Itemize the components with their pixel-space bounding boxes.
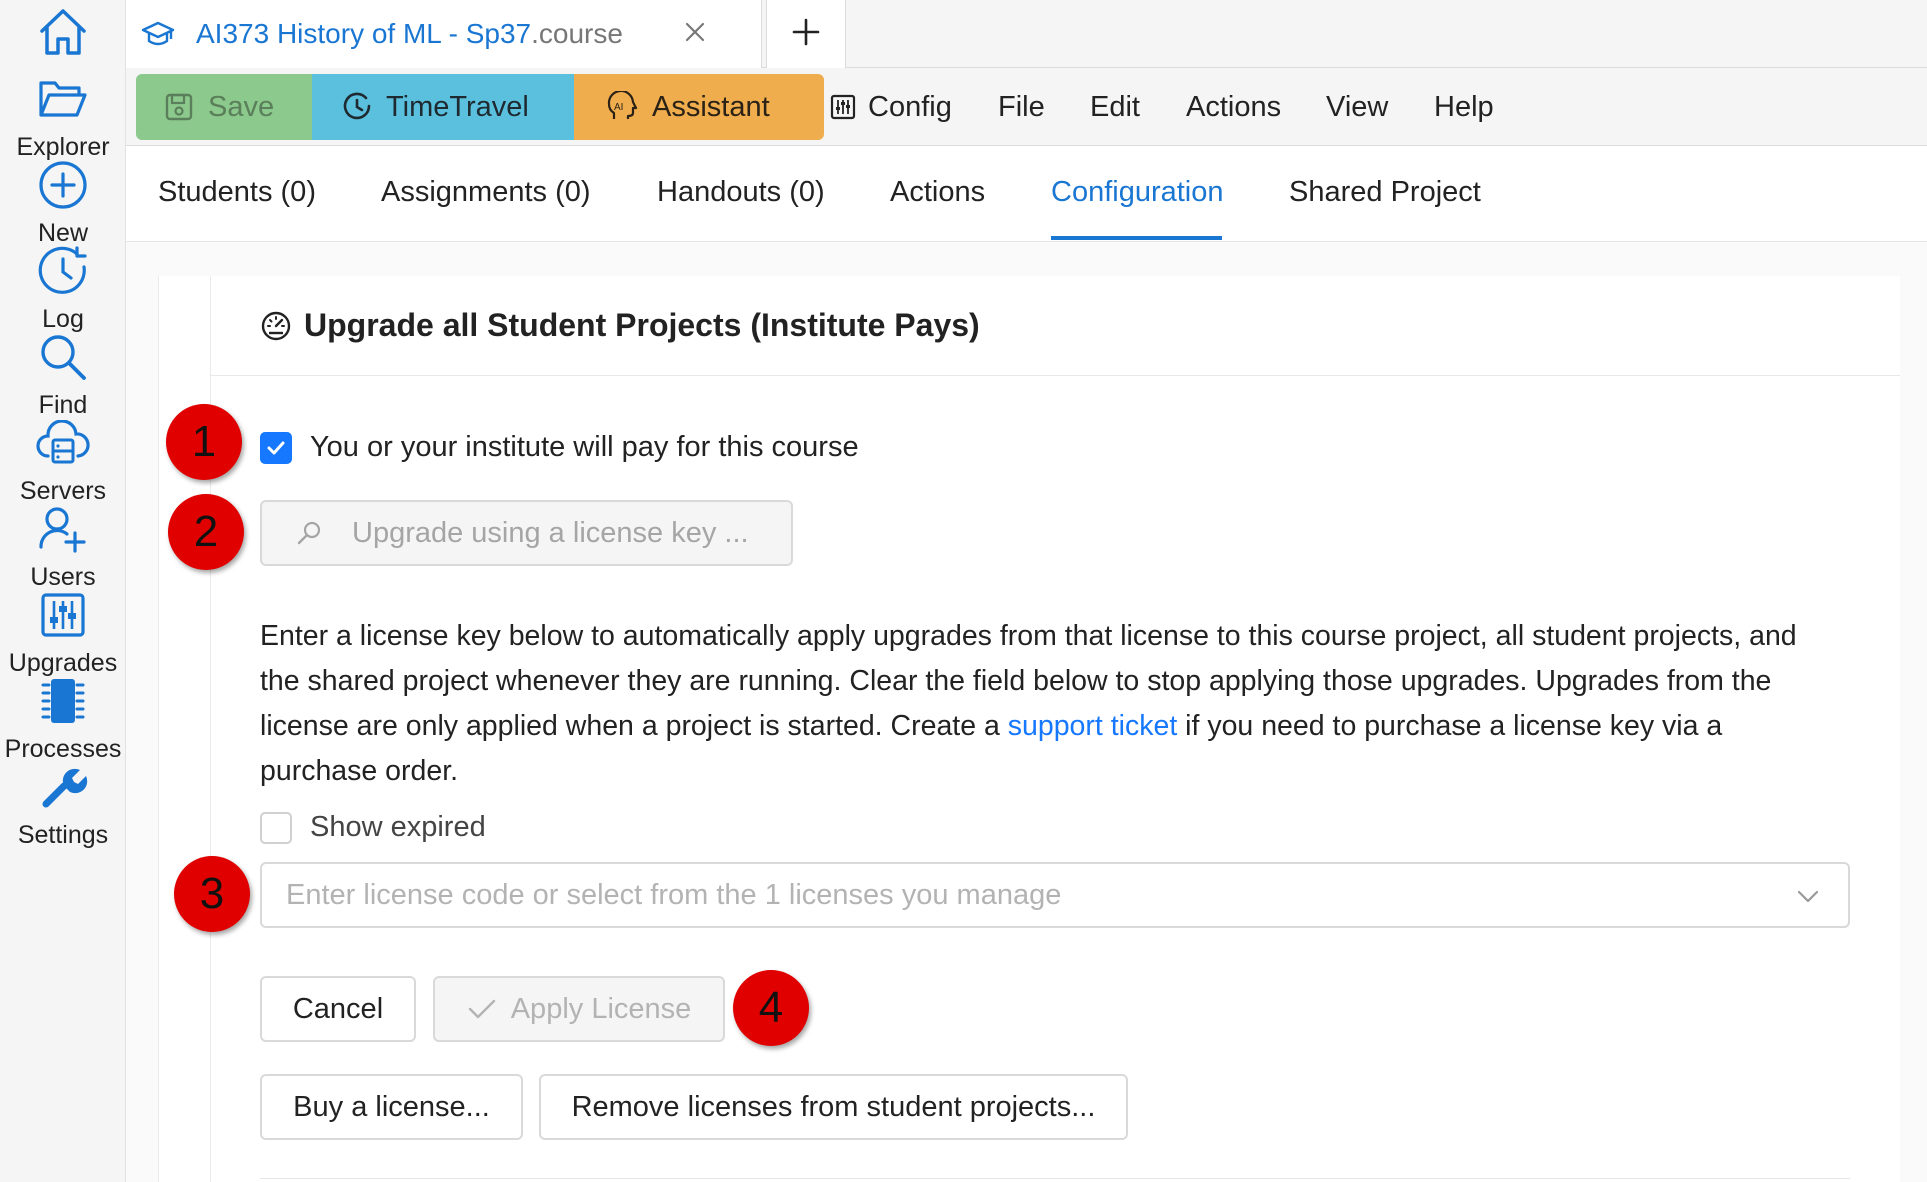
license-select[interactable]: Enter license code or select from the 1 …	[260, 862, 1850, 928]
pay-checkbox[interactable]	[260, 431, 292, 464]
menu-config-label: Config	[868, 90, 952, 123]
show-expired-checkbox[interactable]	[260, 811, 292, 844]
pay-checkbox-row[interactable]: You or your institute will pay for this …	[260, 431, 859, 464]
plus-icon	[792, 13, 820, 56]
svg-text:AI: AI	[614, 102, 623, 113]
home-button[interactable]	[0, 0, 126, 68]
cancel-button[interactable]: Cancel	[260, 976, 416, 1042]
key-search-icon	[294, 518, 324, 548]
support-ticket-link[interactable]: support ticket	[1008, 710, 1178, 742]
license-description: Enter a license key below to automatical…	[260, 614, 1840, 794]
folder-open-icon	[35, 71, 91, 127]
apply-license-label: Apply License	[510, 992, 692, 1025]
file-tab-name: AI373 History of ML - Sp37	[196, 18, 532, 49]
card-title: Upgrade all Student Projects (Institute …	[304, 307, 980, 343]
apply-license-button[interactable]: Apply License	[433, 976, 725, 1042]
activity-sidebar: Explorer New Log Find Servers Users Upgr…	[0, 0, 126, 1182]
remove-licenses-button[interactable]: Remove licenses from student projects...	[539, 1074, 1128, 1140]
chip-icon	[35, 673, 91, 729]
checkmark-icon	[267, 441, 285, 454]
assistant-button[interactable]: AI Assistant	[574, 74, 824, 140]
upgrade-license-key-label: Upgrade using a license key ...	[352, 516, 749, 549]
tab-configuration[interactable]: Configuration	[1051, 176, 1224, 209]
annotation-marker-1: 1	[166, 404, 242, 480]
section-divider	[260, 1178, 1850, 1179]
assistant-label: Assistant	[652, 90, 770, 123]
plus-circle-icon	[35, 157, 91, 213]
tab-actions[interactable]: Actions	[890, 176, 985, 209]
tab-students[interactable]: Students (0)	[158, 176, 316, 209]
sidebar-item-settings[interactable]: Settings	[0, 754, 126, 860]
graduation-cap-icon	[136, 12, 180, 56]
annotation-marker-3: 3	[174, 856, 250, 932]
history-clock-icon	[35, 243, 91, 299]
file-tab-extension: .course	[531, 18, 623, 49]
tab-shared-project[interactable]: Shared Project	[1289, 176, 1481, 209]
user-add-icon	[35, 501, 91, 557]
wrench-icon	[35, 759, 91, 815]
file-tab[interactable]: AI373 History of ML - Sp37.course	[126, 0, 762, 68]
menu-actions[interactable]: Actions	[1186, 74, 1281, 140]
upgrade-license-key-button[interactable]: Upgrade using a license key ...	[260, 500, 793, 566]
sidebar-item-label: Settings	[17, 821, 109, 849]
timetravel-button[interactable]: TimeTravel	[312, 74, 574, 140]
close-icon[interactable]	[675, 12, 715, 52]
dashboard-gauge-icon	[260, 309, 294, 343]
menu-edit[interactable]: Edit	[1090, 74, 1140, 140]
show-expired-label: Show expired	[310, 811, 486, 843]
sliders-icon	[35, 587, 91, 643]
show-expired-row[interactable]: Show expired	[260, 811, 486, 844]
tab-handouts[interactable]: Handouts (0)	[657, 176, 825, 209]
chevron-down-icon	[1794, 882, 1822, 910]
sliders-icon	[830, 94, 856, 120]
search-icon	[35, 329, 91, 385]
license-select-placeholder: Enter license code or select from the 1 …	[286, 878, 1062, 911]
timetravel-label: TimeTravel	[386, 90, 529, 123]
tab-assignments[interactable]: Assignments (0)	[381, 176, 591, 209]
cloud-server-icon	[35, 415, 91, 471]
card-header: Upgrade all Student Projects (Institute …	[210, 276, 1900, 376]
annotation-marker-4: 4	[733, 970, 809, 1046]
file-tab-bar: AI373 History of ML - Sp37.course	[126, 0, 1927, 68]
file-tab-title: AI373 History of ML - Sp37.course	[196, 18, 623, 50]
course-tabs: Students (0) Assignments (0) Handouts (0…	[126, 146, 1927, 242]
menu-help[interactable]: Help	[1434, 74, 1494, 140]
buy-license-button[interactable]: Buy a license...	[260, 1074, 523, 1140]
history-icon	[342, 92, 372, 122]
save-icon	[164, 92, 194, 122]
menu-config[interactable]: Config	[830, 74, 952, 140]
home-icon	[36, 5, 90, 64]
save-label: Save	[208, 90, 275, 123]
ai-head-icon: AI	[606, 91, 638, 123]
menu-file[interactable]: File	[998, 74, 1045, 140]
project-toolbar: Save TimeTravel AI Assistant Config File…	[126, 68, 1927, 146]
pay-checkbox-label: You or your institute will pay for this …	[310, 431, 859, 463]
check-icon	[467, 997, 497, 1021]
active-tab-indicator	[1051, 236, 1222, 240]
annotation-marker-2: 2	[168, 494, 244, 570]
new-tab-button[interactable]	[766, 0, 846, 68]
save-button[interactable]: Save	[136, 74, 312, 140]
menu-view[interactable]: View	[1326, 74, 1388, 140]
